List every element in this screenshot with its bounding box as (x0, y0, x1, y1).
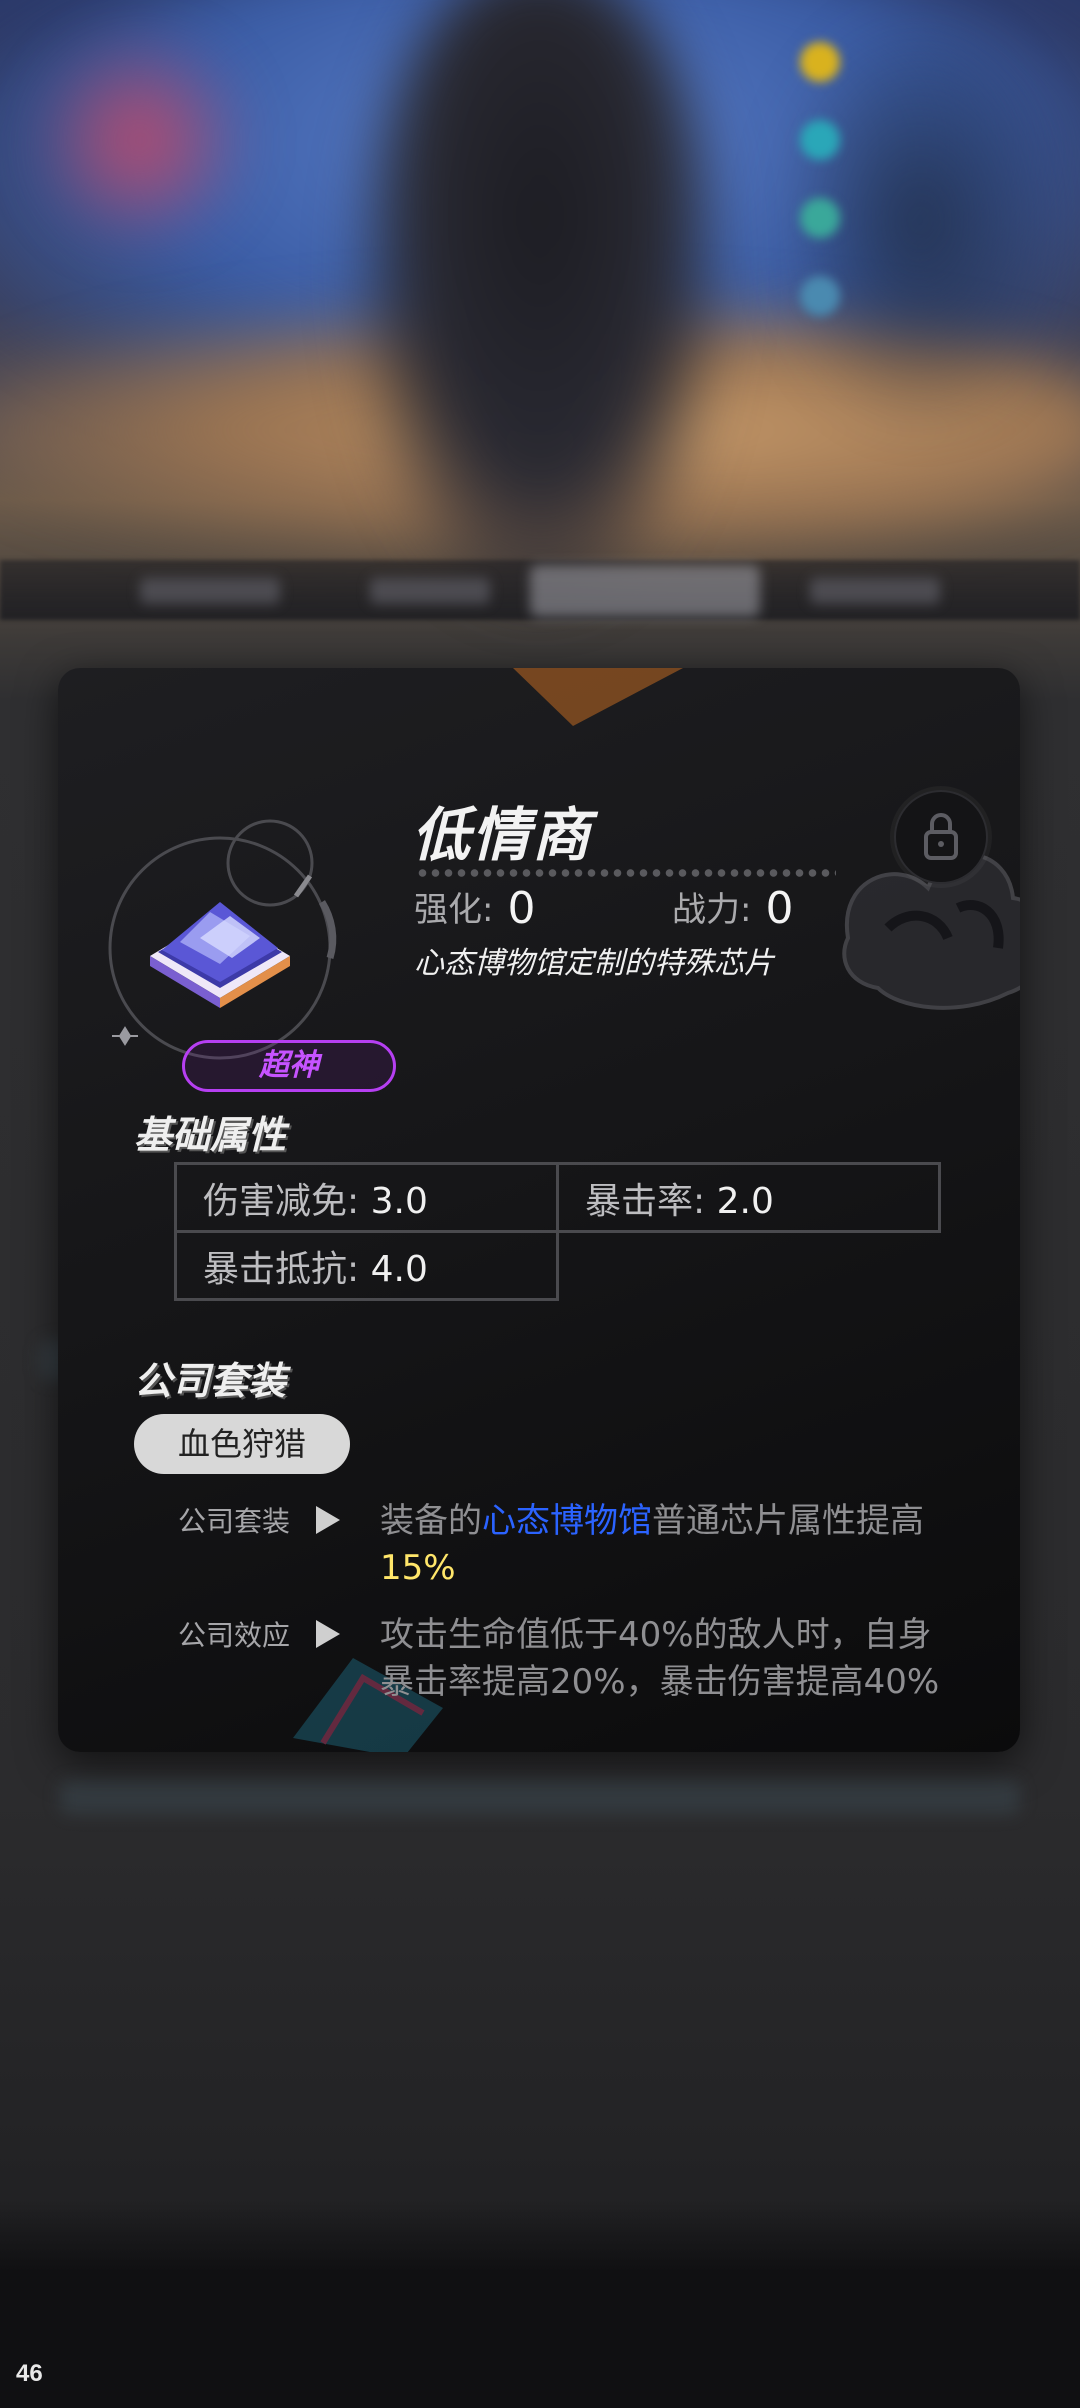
percent-highlight: 15% (380, 1548, 456, 1588)
decoration-shape (513, 668, 683, 726)
enhance-label: 强化: (414, 890, 494, 930)
power-label: 战力: (672, 890, 752, 930)
resource-icon (800, 120, 840, 160)
table-row: 伤害减免: 3.0 暴击率: 2.0 (174, 1162, 941, 1233)
attribute-label: 暴击率: (585, 1180, 706, 1222)
tab-active[interactable] (530, 565, 760, 617)
resource-icon (800, 276, 840, 316)
play-arrow-icon (316, 1620, 340, 1648)
enhance-value: 0 (507, 883, 536, 934)
lock-icon (924, 813, 958, 860)
chip-item-icon (108, 819, 337, 1060)
company-set-title: 公司套装 (134, 1359, 287, 1403)
museum-highlight: 心态博物馆 (482, 1501, 652, 1541)
resource-icon (800, 198, 840, 238)
play-arrow-icon (316, 1506, 340, 1534)
power-value: 0 (765, 883, 794, 934)
enhance-stat: 强化: 0 (414, 882, 535, 934)
base-attributes-title: 基础属性 (134, 1113, 287, 1157)
attribute-cell: 暴击抵抗: 4.0 (174, 1230, 559, 1301)
chip-detail-card: 低情商 强化: 0 战力: 0 心态博物馆定制的特殊芯片 超神 基础属性 伤害减免:… (58, 668, 1020, 1752)
tab[interactable] (370, 578, 490, 604)
chip-name: 低情商 (412, 801, 593, 869)
attribute-value: 3.0 (370, 1180, 428, 1222)
set-name-button[interactable]: 血色狩猎 (134, 1414, 350, 1474)
rarity-badge: 超神 (182, 1040, 396, 1092)
chip-list-row (60, 1780, 1020, 1814)
attribute-cell-empty (557, 1230, 940, 1300)
attribute-cell: 伤害减免: 3.0 (174, 1162, 559, 1233)
lock-button[interactable] (894, 790, 988, 884)
tab[interactable] (140, 578, 280, 604)
attribute-cell: 暴击率: 2.0 (556, 1162, 941, 1233)
attribute-value: 4.0 (370, 1248, 428, 1290)
attribute-label: 伤害减免: (203, 1180, 360, 1222)
attribute-value: 2.0 (716, 1180, 774, 1222)
set-effect-label: 公司套装 (178, 1505, 291, 1538)
company-effect-text: 攻击生命值低于40%的敌人时，自身暴击率提高20%，暴击伤害提高40% (380, 1615, 940, 1702)
currency-icon (800, 42, 840, 82)
background-highlight (20, 40, 260, 240)
table-row: 暴击抵抗: 4.0 (174, 1230, 940, 1301)
effect-text-part: 装备的 (380, 1501, 482, 1541)
attributes-table: 伤害减免: 3.0 暴击率: 2.0 暴击抵抗: 4.0 (174, 1162, 941, 1301)
tab[interactable] (810, 578, 940, 604)
attribute-label: 暴击抵抗: (203, 1248, 360, 1290)
level-dots (416, 868, 836, 878)
chip-description: 心态博物馆定制的特殊芯片 (414, 946, 774, 981)
effect-text-part: 普通芯片属性提高 (652, 1501, 924, 1541)
set-effect-text: 装备的心态博物馆普通芯片属性提高 15% (380, 1498, 960, 1592)
bottom-bar (0, 2200, 1080, 2408)
company-effect-label: 公司效应 (178, 1619, 291, 1652)
power-stat: 战力: 0 (672, 882, 793, 934)
fps-counter: 46 (16, 2360, 43, 2387)
